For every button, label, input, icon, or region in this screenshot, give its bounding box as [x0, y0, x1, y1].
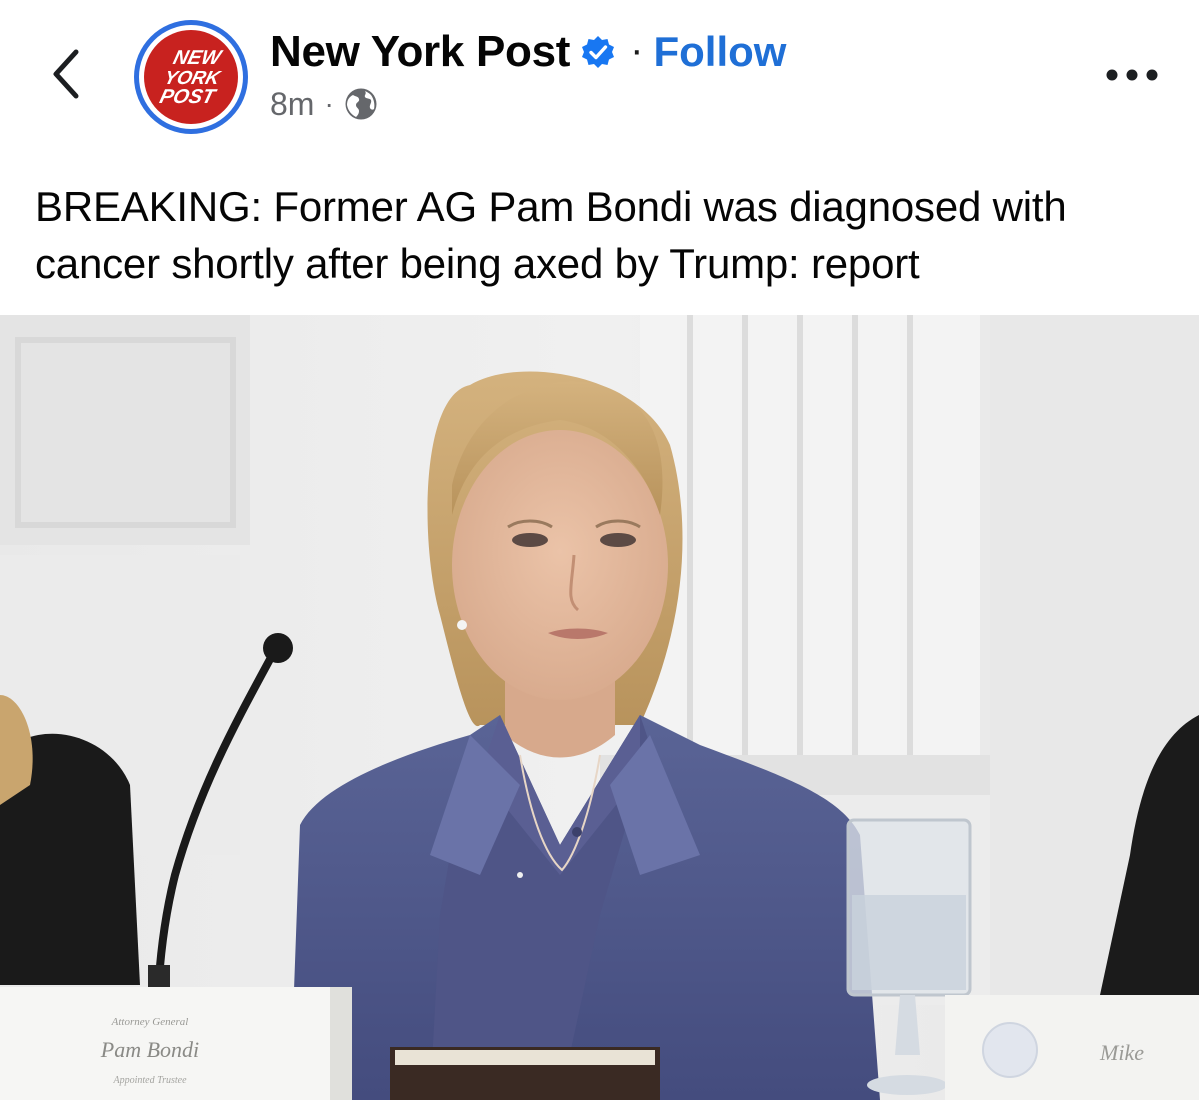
svg-text:POST: POST	[157, 86, 218, 108]
name-separator: ·	[630, 27, 644, 72]
photo-illustration: Attorney General Pam Bondi Appointed Tru…	[0, 315, 1199, 1100]
avatar-ring: NEW YORK POST	[139, 25, 243, 129]
nypost-logo: NEW YORK POST	[144, 30, 238, 124]
post-header: NEW YORK POST New York Post · Follow 8m …	[0, 0, 1199, 150]
right-placard-name: Mike	[1099, 1040, 1144, 1065]
back-button[interactable]	[38, 42, 94, 106]
more-horizontal-icon	[1106, 69, 1158, 81]
more-options-button[interactable]	[1102, 64, 1162, 86]
verified-badge-icon	[582, 36, 615, 68]
follow-button[interactable]: Follow	[653, 28, 786, 76]
placard-title: Attorney General	[111, 1016, 189, 1028]
page-name-link[interactable]: New York Post	[270, 27, 570, 77]
meta-separator: ·	[324, 88, 334, 119]
svg-text:NEW: NEW	[171, 47, 225, 69]
nypost-logo-wordmark: NEW YORK POST	[157, 47, 225, 108]
post-text: BREAKING: Former AG Pam Bondi was diagno…	[35, 183, 1067, 287]
page-avatar[interactable]: NEW YORK POST	[134, 20, 248, 134]
placard-name: Pam Bondi	[100, 1037, 199, 1062]
globe-icon[interactable]	[344, 87, 378, 121]
post-photo[interactable]: Attorney General Pam Bondi Appointed Tru…	[0, 315, 1199, 1100]
timestamp[interactable]: 8m	[270, 86, 314, 123]
name-row: New York Post · Follow	[270, 24, 786, 80]
post-meta: 8m ·	[270, 82, 378, 126]
placard-role: Appointed Trustee	[112, 1075, 187, 1086]
chevron-left-icon	[53, 49, 79, 99]
